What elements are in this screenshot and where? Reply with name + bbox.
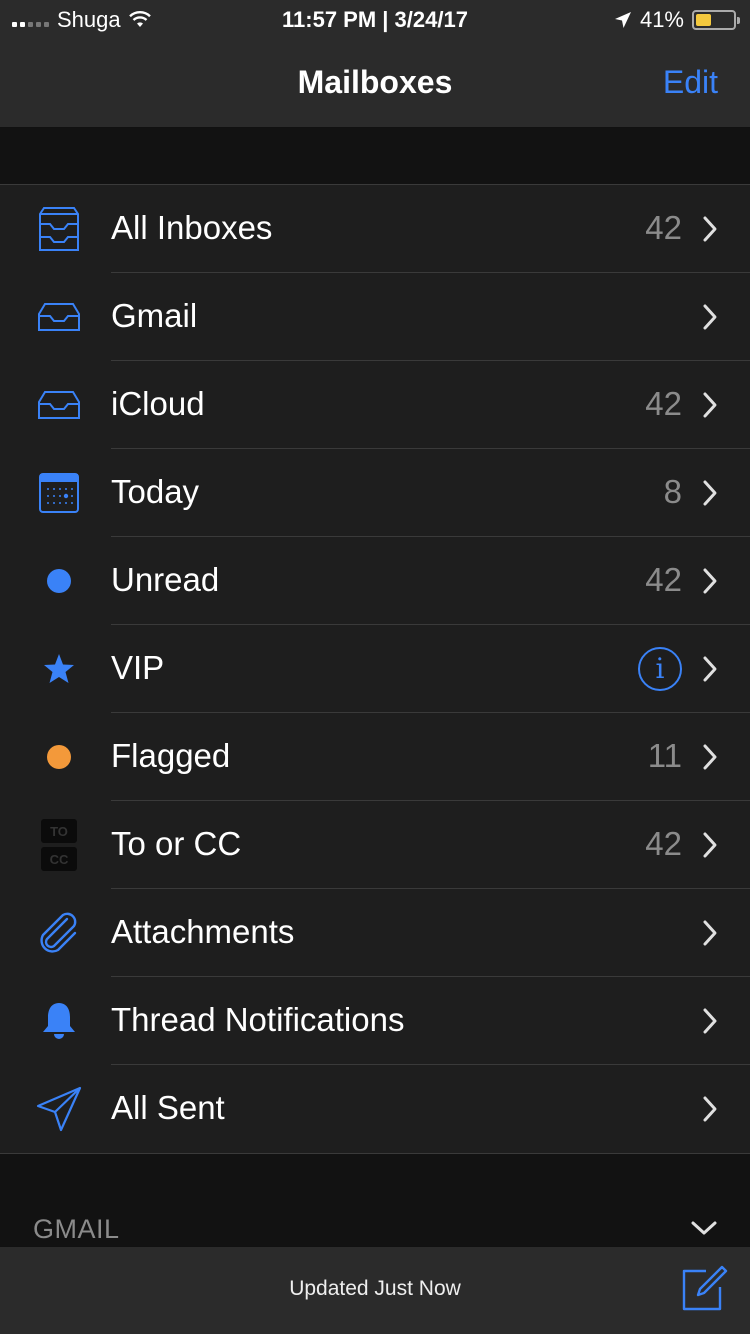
battery-percent: 41% — [639, 7, 684, 32]
section-header-gmail[interactable]: GMAIL — [33, 1214, 120, 1245]
mailbox-label: iCloud — [111, 385, 205, 422]
mailbox-label: Flagged — [111, 737, 231, 774]
chevron-right-icon — [703, 656, 717, 682]
mailbox-row-unread[interactable]: Unread 42 — [0, 537, 750, 625]
mailbox-row-gmail[interactable]: Gmail — [0, 273, 750, 361]
chevron-right-icon — [703, 744, 717, 770]
chevron-right-icon — [703, 392, 717, 418]
page-title: Mailboxes — [297, 64, 453, 100]
mailbox-row-all-sent[interactable]: All Sent — [0, 1065, 750, 1153]
bottom-toolbar: Updated Just Now — [0, 1246, 750, 1334]
navigation-bar: Mailboxes Edit — [0, 40, 750, 128]
paperclip-icon — [30, 905, 88, 961]
cc-label: CC — [50, 852, 69, 867]
mailbox-count: 11 — [647, 737, 682, 774]
mailbox-label: Today — [111, 473, 200, 510]
mailbox-list: All Inboxes 42 Gmail iCloud 42 Today 8 U… — [0, 184, 750, 1154]
mailbox-label: To or CC — [111, 825, 242, 862]
mailbox-row-flagged[interactable]: Flagged 11 — [0, 713, 750, 801]
mailbox-count: 42 — [645, 561, 682, 598]
mailbox-label: Gmail — [111, 297, 198, 334]
vip-info-button[interactable]: i — [638, 647, 682, 691]
chevron-right-icon — [703, 480, 717, 506]
mailbox-count: 8 — [663, 473, 682, 510]
calendar-icon — [30, 465, 88, 521]
inbox-icon — [30, 289, 88, 345]
unread-dot-icon — [30, 553, 88, 609]
all-inboxes-icon — [30, 201, 88, 257]
mailbox-count: 42 — [645, 825, 682, 862]
mailbox-label: Attachments — [111, 913, 295, 950]
status-bar: Shuga 11:57 PM | 3/24/17 41% — [0, 0, 750, 40]
chevron-right-icon — [703, 1008, 717, 1034]
chevron-right-icon — [703, 568, 717, 594]
battery-fill — [696, 14, 711, 26]
to-label: TO — [50, 824, 68, 839]
mailbox-label: VIP — [111, 649, 165, 686]
star-icon — [30, 641, 88, 697]
status-right: 41% — [614, 7, 740, 33]
compose-icon[interactable] — [680, 1265, 728, 1313]
mailbox-row-icloud[interactable]: iCloud 42 — [0, 361, 750, 449]
chevron-right-icon — [703, 832, 717, 858]
mailbox-label: Unread — [111, 561, 220, 598]
mailbox-row-thread-notifications[interactable]: Thread Notifications — [0, 977, 750, 1065]
mailbox-row-to-or-cc[interactable]: TO CC To or CC 42 — [0, 801, 750, 889]
mailbox-label: All Inboxes — [111, 209, 273, 246]
mailbox-row-today[interactable]: Today 8 — [0, 449, 750, 537]
chevron-down-icon[interactable] — [690, 1218, 718, 1238]
battery-icon — [692, 10, 740, 30]
chevron-right-icon — [703, 304, 717, 330]
to-cc-icon: TO CC — [30, 817, 88, 873]
location-arrow-icon — [614, 12, 631, 28]
flag-dot-icon — [30, 729, 88, 785]
chevron-right-icon — [703, 920, 717, 946]
mailbox-row-attachments[interactable]: Attachments — [0, 889, 750, 977]
inbox-icon — [30, 377, 88, 433]
edit-button[interactable]: Edit — [663, 64, 718, 101]
mailbox-count: 42 — [645, 209, 682, 246]
update-status: Updated Just Now — [289, 1277, 461, 1300]
chevron-right-icon — [703, 216, 717, 242]
mailbox-label: All Sent — [111, 1089, 225, 1126]
mailbox-row-all-inboxes[interactable]: All Inboxes 42 — [0, 185, 750, 273]
mailbox-count: 42 — [645, 385, 682, 422]
chevron-right-icon — [703, 1096, 717, 1122]
bell-icon — [30, 993, 88, 1049]
paper-plane-icon — [30, 1081, 88, 1137]
mailbox-label: Thread Notifications — [111, 1001, 405, 1038]
mailbox-row-vip[interactable]: VIP i — [0, 625, 750, 713]
